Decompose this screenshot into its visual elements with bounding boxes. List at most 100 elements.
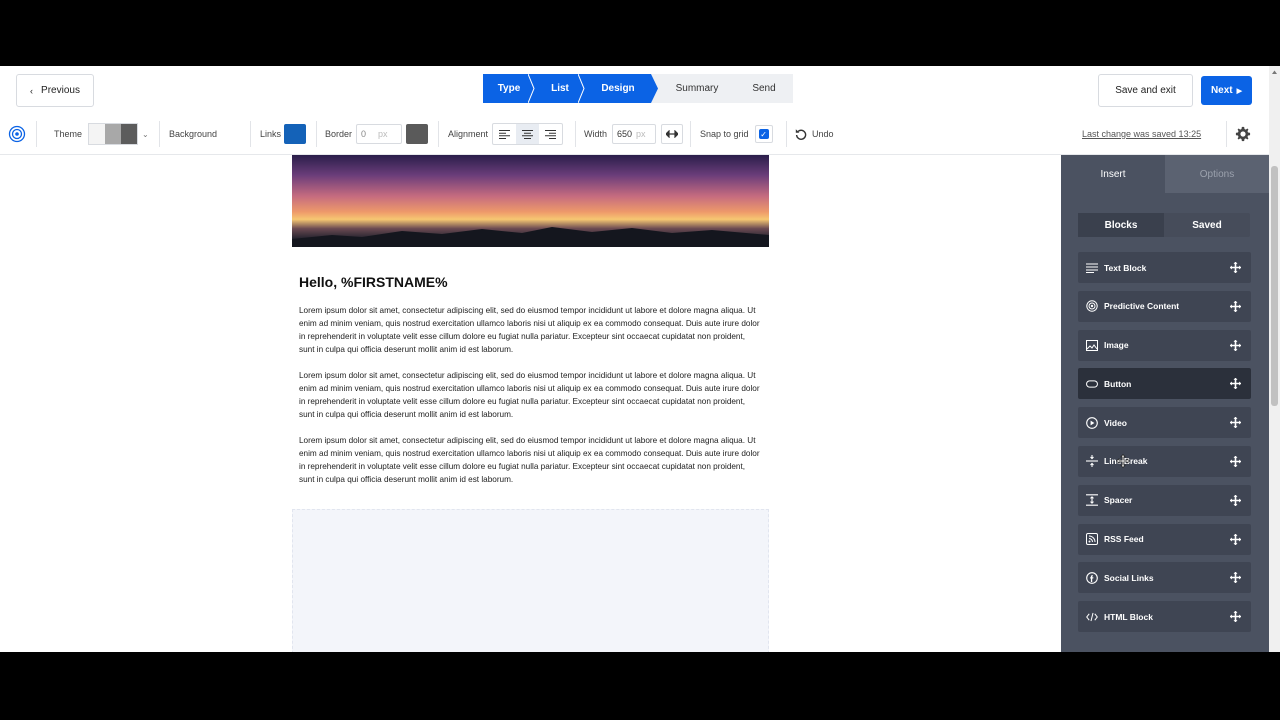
width-input[interactable]: 650 px [612,124,657,144]
align-left-icon[interactable] [493,124,516,144]
block-label: Spacer [1104,495,1133,506]
expand-width-icon[interactable] [661,124,684,144]
segment-saved-label: Saved [1192,219,1222,231]
button-pill-icon [1086,378,1098,390]
block-label: Image [1104,340,1129,351]
theme-swatch [88,123,138,145]
email-canvas[interactable]: Hello, %FIRSTNAME% Lorem ipsum dolor sit… [0,155,1061,652]
tab-options-label: Options [1199,168,1235,180]
undo-button[interactable]: Undo [795,113,834,155]
move-icon[interactable] [1230,417,1241,429]
move-icon[interactable] [1230,339,1241,351]
design-toolbar: Theme ⌄ Background Links Border 0 px Ali… [0,113,1269,155]
hero-image[interactable] [292,155,769,247]
block-social-links[interactable]: Social Links [1078,562,1251,594]
alignment-control: Alignment [448,113,564,155]
block-list: Text Block Predictive Content Image Butt… [1078,252,1251,640]
align-right-icon[interactable] [539,124,562,144]
move-icon[interactable] [1230,300,1241,312]
background-label[interactable]: Background [169,113,217,155]
target-icon [1086,300,1098,312]
move-icon[interactable] [1230,494,1241,506]
play-circle-icon [1086,416,1098,429]
step-send-label: Send [752,83,776,94]
border-unit: px [378,129,388,139]
segment-blocks[interactable]: Blocks [1078,213,1164,237]
body-paragraph: Lorem ipsum dolor sit amet, consectetur … [299,436,760,484]
snap-to-grid-checkbox[interactable]: ✓ [754,125,773,143]
page-scrollbar[interactable] [1269,66,1280,652]
move-icon[interactable] [1230,262,1241,273]
block-line-break[interactable]: Line Break [1078,445,1251,477]
undo-icon [795,129,807,140]
move-icon[interactable] [1230,533,1241,545]
step-summary-label: Summary [675,83,719,94]
step-type[interactable]: Type [483,74,535,103]
block-label: Button [1104,378,1132,389]
border-width-input[interactable]: 0 px [356,124,403,144]
block-spacer[interactable]: Spacer [1078,484,1251,516]
tab-options[interactable]: Options [1165,155,1269,193]
step-design-label: Design [601,83,635,94]
last-saved-link[interactable]: Last change was saved 13:25 [1082,113,1201,155]
move-icon[interactable] [1230,572,1241,584]
body-paragraph: Lorem ipsum dolor sit amet, consectetur … [299,371,760,419]
move-cursor-icon [1116,454,1130,468]
previous-button[interactable]: ‹ Previous [16,74,94,107]
border-color-swatch[interactable] [406,124,429,144]
block-text[interactable]: Text Block [1078,252,1251,283]
next-button[interactable]: Next ▶ [1201,76,1252,105]
block-predictive-content[interactable]: Predictive Content [1078,290,1251,322]
next-label: Next [1210,85,1233,96]
email-text-content[interactable]: Hello, %FIRSTNAME% Lorem ipsum dolor sit… [292,247,769,486]
email-body: Hello, %FIRSTNAME% Lorem ipsum dolor sit… [292,155,769,499]
scrollbar-thumb[interactable] [1271,166,1278,406]
move-icon[interactable] [1230,455,1241,467]
gear-icon[interactable] [1235,113,1251,155]
move-icon[interactable] [1230,378,1241,390]
save-and-exit-button[interactable]: Save and exit [1098,74,1193,107]
links-color-swatch[interactable] [284,124,307,144]
segment-blocks-label: Blocks [1104,219,1138,231]
align-center-icon[interactable] [516,124,540,144]
facebook-icon [1086,572,1098,584]
border-control: Border 0 px [325,113,429,155]
block-video[interactable]: Video [1078,407,1251,439]
app-window: ‹ Previous Type List Design Summary Send [0,66,1280,652]
step-design[interactable]: Design [585,74,651,103]
tab-insert[interactable]: Insert [1061,155,1165,193]
text-lines-icon [1086,262,1098,274]
block-label: Predictive Content [1104,301,1180,312]
alignment-buttons [492,123,564,145]
links-label: Links [260,129,282,139]
step-type-label: Type [497,83,521,94]
theme-picker[interactable]: ⌄ [88,113,149,155]
width-label: Width [584,129,608,139]
segment-saved[interactable]: Saved [1164,213,1250,237]
scroll-up-arrow-icon[interactable] [1271,69,1278,76]
block-html[interactable]: HTML Block [1078,601,1251,633]
border-label: Border [325,129,353,139]
move-icon[interactable] [1230,611,1241,623]
block-button[interactable]: Button [1078,368,1251,400]
undo-label: Undo [812,129,834,139]
block-image[interactable]: Image [1078,329,1251,361]
last-saved-text: Last change was saved 13:25 [1082,129,1202,139]
spacer-icon [1086,494,1098,507]
step-send[interactable]: Send [735,74,793,103]
block-rss-feed[interactable]: RSS Feed [1078,523,1251,555]
target-menu-icon[interactable] [8,113,26,155]
chevron-down-icon: ⌄ [142,129,149,139]
step-summary[interactable]: Summary [659,74,735,103]
links-control[interactable]: Links [260,113,307,155]
step-arrow-icon [651,74,659,103]
checkmark-icon: ✓ [758,129,769,139]
line-break-icon [1086,455,1098,468]
empty-drop-zone[interactable] [292,509,769,652]
caret-right-icon: ▶ [1236,87,1243,95]
alignment-label: Alignment [448,129,489,139]
step-list[interactable]: List [535,74,585,103]
code-icon [1086,611,1098,623]
snap-to-grid-control: Snap to grid ✓ [700,113,773,155]
step-list-label: List [551,83,569,94]
